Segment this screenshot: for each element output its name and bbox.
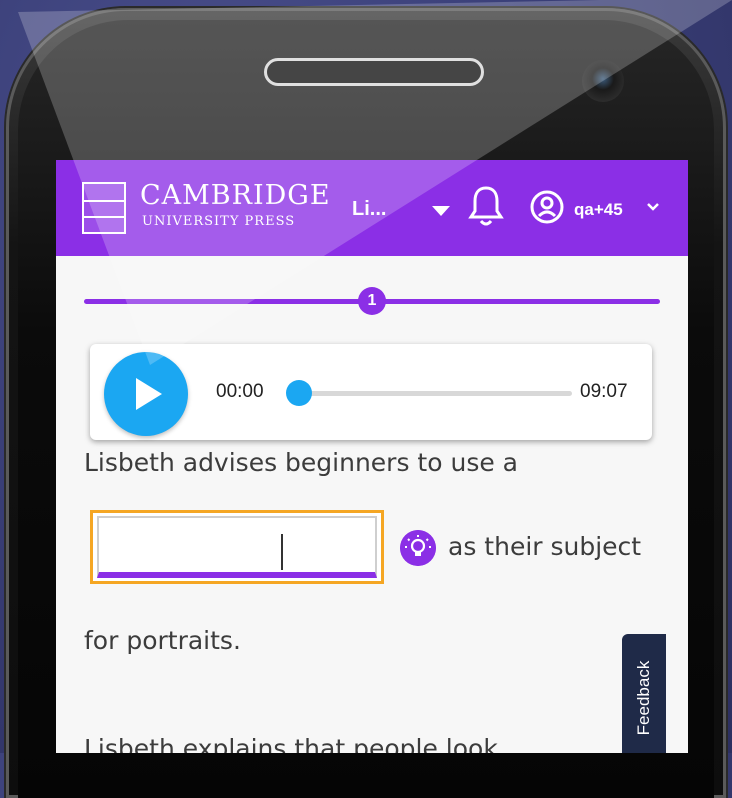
current-time: 00:00 — [216, 381, 264, 402]
feedback-label: Feedback — [634, 660, 653, 736]
speaker-grille — [264, 58, 484, 86]
brand-title: CAMBRIDGE — [140, 180, 331, 211]
step-indicator[interactable]: 1 — [358, 287, 386, 315]
app-header: CAMBRIDGE UNIVERSITY PRESS Li... qa+45 — [56, 160, 688, 256]
seek-handle[interactable] — [286, 380, 312, 406]
text-cursor — [281, 534, 283, 570]
answer-input[interactable] — [97, 516, 377, 578]
bell-icon[interactable] — [468, 184, 504, 228]
question-text-after-blank: as their subject — [448, 532, 642, 561]
seek-track[interactable] — [296, 391, 572, 396]
brand-subtitle: UNIVERSITY PRESS — [142, 214, 296, 229]
question-text-line3: for portraits. — [84, 626, 241, 655]
nav-title[interactable]: Li... — [352, 198, 386, 221]
question-text-line4: Lisbeth explains that people look — [84, 734, 498, 753]
duration: 09:07 — [580, 381, 628, 402]
caret-down-icon[interactable] — [432, 206, 450, 216]
cambridge-crest-icon — [82, 182, 126, 234]
question-text-line1: Lisbeth advises beginners to use a — [84, 448, 518, 477]
chevron-down-icon[interactable] — [646, 202, 660, 212]
front-camera — [582, 60, 624, 102]
user-label[interactable]: qa+45 — [574, 200, 623, 220]
feedback-tab[interactable]: Feedback — [622, 634, 666, 753]
audio-player: 00:00 09:07 — [90, 344, 652, 440]
lightbulb-icon[interactable] — [400, 530, 436, 566]
answer-focus-ring — [90, 510, 384, 584]
app-screen: CAMBRIDGE UNIVERSITY PRESS Li... qa+45 1… — [56, 160, 688, 753]
play-icon[interactable] — [104, 352, 188, 436]
user-icon[interactable] — [530, 190, 564, 224]
